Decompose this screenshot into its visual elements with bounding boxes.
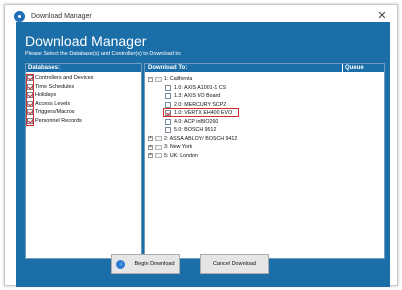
tree-site-node[interactable]: +2: ASSA ABLOY/ BOSCH 9412 <box>145 135 384 144</box>
tree-site-node[interactable]: − 1: California <box>145 75 384 84</box>
controller-checkbox[interactable] <box>165 84 171 91</box>
databases-checkbox-highlight <box>26 74 34 126</box>
folder-icon <box>155 153 162 159</box>
download-manager-window: Download Manager ✕ Download Manager Plea… <box>4 4 398 287</box>
expand-icon[interactable]: + <box>148 144 153 150</box>
tree-controller-node[interactable]: 1.0: VERTX EH400 EVO <box>145 108 384 118</box>
controller-checkbox[interactable] <box>165 101 171 108</box>
download-to-header: Download To: Queue <box>145 64 384 73</box>
database-item[interactable]: Holidays <box>26 91 141 100</box>
page-subtitle: Please Select the Database(s) and Contro… <box>25 51 182 57</box>
dialog-body: Download Manager Please Select the Datab… <box>16 22 390 287</box>
tree-node-label: 1: California <box>164 76 193 83</box>
window-title: Download Manager <box>31 12 92 20</box>
tree-node-label: 1.3: AXIS I/O Board <box>174 93 221 100</box>
expand-icon[interactable]: + <box>148 153 153 159</box>
tree-node-label: 4.0: ACP inBIO260 <box>174 118 219 125</box>
database-item-label: Controllers and Devices <box>35 75 94 82</box>
database-item-label: Time Schedules <box>35 83 75 90</box>
tree-controller-node[interactable]: 5.0: BOSCH 9512 <box>145 126 384 135</box>
download-to-panel: Download To: Queue − 1: California 1.0: AX… <box>144 63 385 259</box>
download-to-column-header[interactable]: Download To: <box>147 64 343 72</box>
folder-icon <box>155 136 162 142</box>
queue-column-header[interactable]: Queue <box>343 64 364 72</box>
expand-icon[interactable]: + <box>148 136 153 142</box>
tree-node-label: 2: ASSA ABLOY/ BOSCH 9412 <box>164 135 238 142</box>
tree-node-label: 1.0: AXIS A1001-1 CS <box>174 84 227 91</box>
tree-site-node[interactable]: +3: New York <box>145 143 384 152</box>
download-icon: ↓ <box>116 259 126 269</box>
database-item[interactable]: Controllers and Devices <box>26 74 141 83</box>
collapse-icon[interactable]: − <box>148 76 153 82</box>
cancel-download-button[interactable]: Cancel Download <box>200 254 269 274</box>
folder-icon <box>155 144 162 150</box>
page-title: Download Manager <box>25 33 147 49</box>
begin-download-label: Begin Download <box>134 261 175 267</box>
tree-controller-node[interactable]: 1.3: AXIS I/O Board <box>145 92 384 101</box>
database-item[interactable]: Triggers/Macros <box>26 108 141 117</box>
controller-checkbox[interactable] <box>165 118 171 125</box>
app-icon <box>14 10 25 22</box>
tree-controller-node[interactable]: 1.0: AXIS A1001-1 CS <box>145 84 384 93</box>
cancel-download-label: Cancel Download <box>212 261 257 267</box>
database-item-label: Triggers/Macros <box>35 109 75 116</box>
tree-node-label: 3: New York <box>164 144 193 151</box>
tree-node-label: 2.0: MERCURY SCP2 <box>174 101 227 108</box>
databases-header: Databases: <box>26 64 141 73</box>
database-item[interactable]: Time Schedules <box>26 83 141 92</box>
database-item-label: Access Levels <box>35 100 71 107</box>
databases-header-label: Databases: <box>28 65 61 71</box>
close-button[interactable]: ✕ <box>375 9 389 23</box>
database-item-label: Holidays <box>35 92 57 99</box>
controller-tree: − 1: California 1.0: AXIS A1001-1 CS 1.3: A… <box>145 73 384 160</box>
databases-list: Controllers and Devices Time Schedules Hol… <box>26 73 141 125</box>
folder-icon <box>155 76 162 82</box>
tree-site-node[interactable]: +5: UK: London <box>145 152 384 161</box>
begin-download-button[interactable]: ↓ Begin Download <box>111 254 180 274</box>
controller-checkbox[interactable] <box>165 127 171 134</box>
tree-node-label: 5: UK: London <box>164 152 198 159</box>
selected-controller-highlight <box>163 108 239 117</box>
databases-panel: Databases: Controllers and Devices Time S… <box>25 63 142 259</box>
controller-checkbox[interactable] <box>165 93 171 100</box>
tree-controller-node[interactable]: 4.0: ACP inBIO260 <box>145 118 384 127</box>
database-item-label: Personnel Records <box>35 117 82 124</box>
database-item[interactable]: Access Levels <box>26 100 141 109</box>
tree-node-label: 5.0: BOSCH 9512 <box>174 127 217 134</box>
database-item[interactable]: Personnel Records <box>26 117 141 126</box>
